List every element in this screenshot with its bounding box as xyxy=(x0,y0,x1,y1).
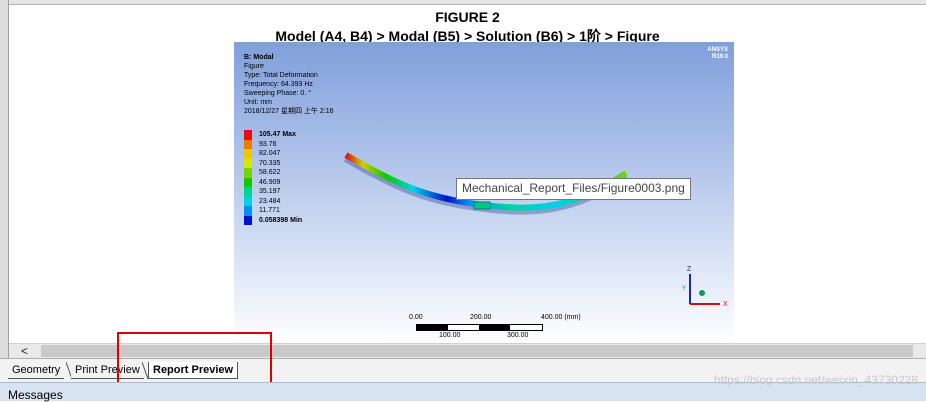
triad-x-label: X xyxy=(723,301,728,308)
scale-track xyxy=(416,324,543,331)
triad-z-label: Z xyxy=(687,266,692,273)
scale-label: 200.00 xyxy=(470,314,492,321)
beam-support xyxy=(473,201,491,210)
scale-label: 0.00 xyxy=(409,314,423,321)
scale-bar: 0.00 200.00 400.00 (mm) 100.00 300.00 xyxy=(404,314,604,344)
figure-title: FIGURE 2 xyxy=(435,9,500,25)
scale-label: 100.00 xyxy=(439,332,461,339)
coordinate-triad: Z X Y xyxy=(682,266,728,308)
scale-label: 400.00 (mm) xyxy=(541,314,581,321)
tab-geometry[interactable]: Geometry xyxy=(8,362,65,379)
image-path-tooltip: Mechanical_Report_Files/Figure0003.png xyxy=(456,178,691,200)
triad-y-label: Y xyxy=(682,286,686,292)
report-preview-document: FIGURE 2 Model (A4, B4) > Modal (B5) > S… xyxy=(9,5,926,344)
tab-label: Geometry xyxy=(12,364,61,376)
left-splitter[interactable] xyxy=(0,0,9,360)
watermark-text: https://blog.csdn.net/weixin_43730228 xyxy=(713,373,918,387)
scale-label: 300.00 xyxy=(507,332,529,339)
annotation-highlight-box xyxy=(117,332,272,386)
scroll-left-arrow-icon[interactable]: < xyxy=(21,344,28,359)
